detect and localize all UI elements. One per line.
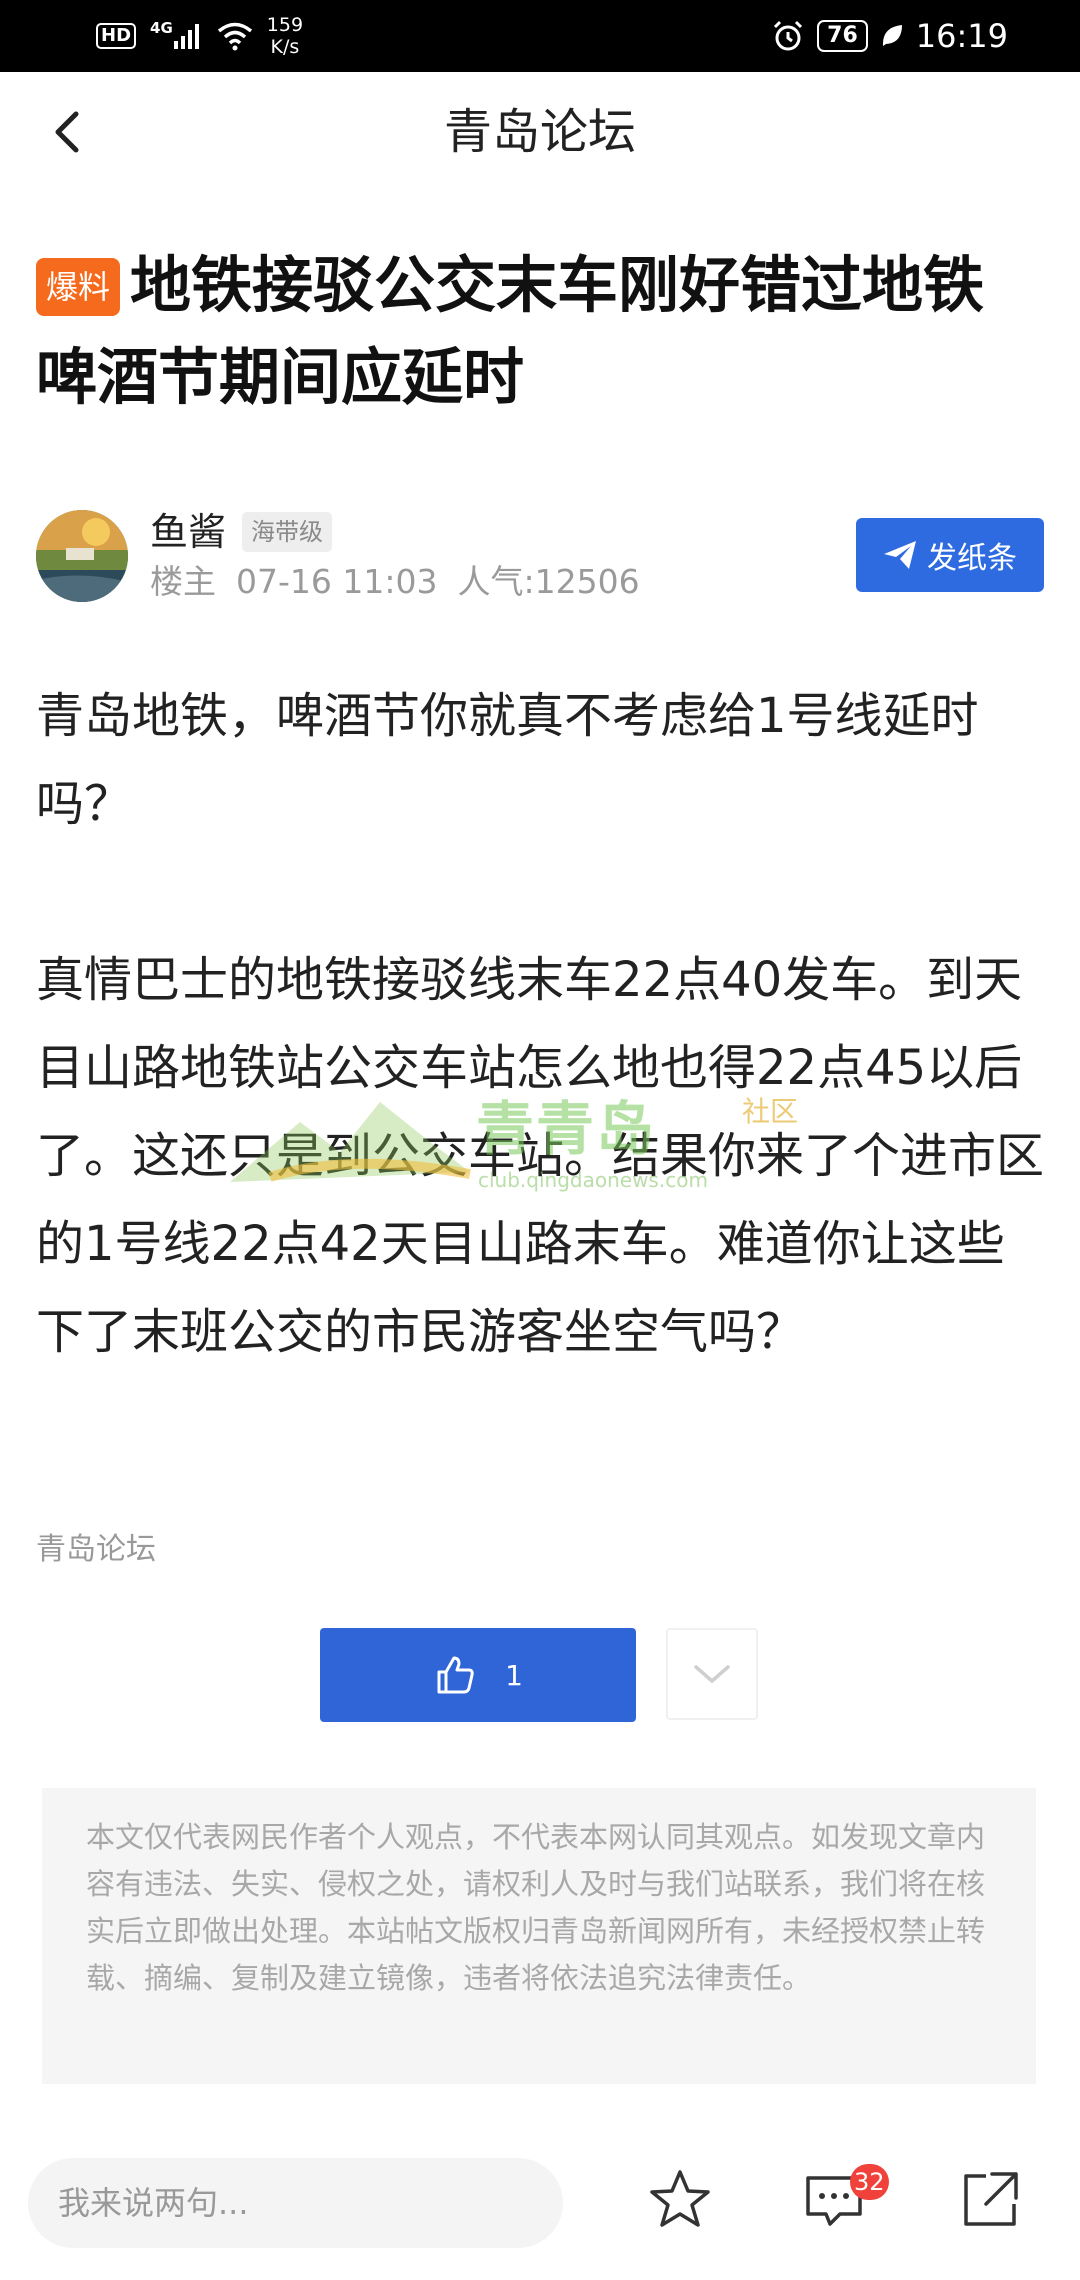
watermark-sub: 社区 xyxy=(742,1095,799,1128)
post-title-text: 地铁接驳公交末车刚好错过地铁 啤酒节期间应延时 xyxy=(36,250,985,413)
comment-count-badge: 32 xyxy=(850,2164,889,2200)
popularity: 人气:12506 xyxy=(457,562,640,601)
paper-plane-icon xyxy=(884,541,916,569)
status-left: HD 4G 159 K/s xyxy=(96,10,303,62)
watermark: 青青岛 社区 club.qingdaonews.com xyxy=(230,1082,830,1202)
disclaimer: 本文仅代表网民作者个人观点，不代表本网认同其观点。如发现文章内容有违法、失实、侵… xyxy=(42,1788,1036,2084)
post-body: 青岛地铁，啤酒节你就真不考虑给1号线延时吗？ 真情巴士的地铁接驳线末车22点40… xyxy=(36,672,1046,1376)
speed-unit: K/s xyxy=(270,36,300,58)
wifi-icon xyxy=(217,22,252,51)
level-badge: 海带级 xyxy=(242,512,332,552)
nav-bar: 青岛论坛 xyxy=(0,72,1080,192)
chevron-down-icon xyxy=(694,1665,730,1683)
network-speed: 159 K/s xyxy=(267,14,303,58)
clock: 16:19 xyxy=(915,17,1008,55)
leaf-icon xyxy=(882,25,902,46)
send-note-button[interactable]: 发纸条 xyxy=(856,518,1044,592)
comment-input[interactable]: 我来说两句... xyxy=(28,2158,563,2248)
like-button[interactable]: 1 xyxy=(320,1628,636,1722)
post-date: 07-16 11:03 xyxy=(236,562,438,601)
dislike-button[interactable] xyxy=(666,1628,758,1720)
status-right: 76 16:19 xyxy=(771,10,1008,62)
thumbs-up-icon xyxy=(437,1656,474,1694)
hd-indicator: HD xyxy=(96,23,137,49)
send-note-label: 发纸条 xyxy=(927,541,1017,576)
signal-icon: 4G xyxy=(150,21,203,51)
status-bar: HD 4G 159 K/s 76 16:19 xyxy=(0,0,1080,72)
share-button[interactable] xyxy=(956,2166,1024,2234)
tag-badge: 爆料 xyxy=(36,258,121,316)
bottom-bar: 我来说两句... 32 xyxy=(0,2144,1080,2280)
star-icon xyxy=(650,2170,710,2227)
alarm-icon xyxy=(774,20,803,51)
page-title: 青岛论坛 xyxy=(443,104,636,160)
author-role: 楼主 xyxy=(150,562,216,601)
author-name[interactable]: 鱼酱 xyxy=(150,508,226,556)
body-paragraph: 青岛地铁，啤酒节你就真不考虑给1号线延时吗？ xyxy=(36,688,979,832)
watermark-url: club.qingdaonews.com xyxy=(478,1168,708,1192)
post-source: 青岛论坛 xyxy=(36,1532,156,1567)
like-count: 1 xyxy=(505,1658,523,1692)
share-icon xyxy=(964,2172,1018,2226)
battery-indicator: 76 xyxy=(817,20,868,52)
favorite-button[interactable] xyxy=(646,2166,714,2234)
post-meta: 楼主 07-16 11:03 人气:12506 xyxy=(150,560,660,604)
watermark-brand: 青青岛 xyxy=(476,1095,657,1163)
post-title: 爆料 地铁接驳公交末车刚好错过地铁 啤酒节期间应延时 xyxy=(36,240,1046,424)
avatar[interactable] xyxy=(36,510,128,602)
speed-value: 159 xyxy=(266,14,304,36)
network-type: 4G xyxy=(150,19,173,37)
